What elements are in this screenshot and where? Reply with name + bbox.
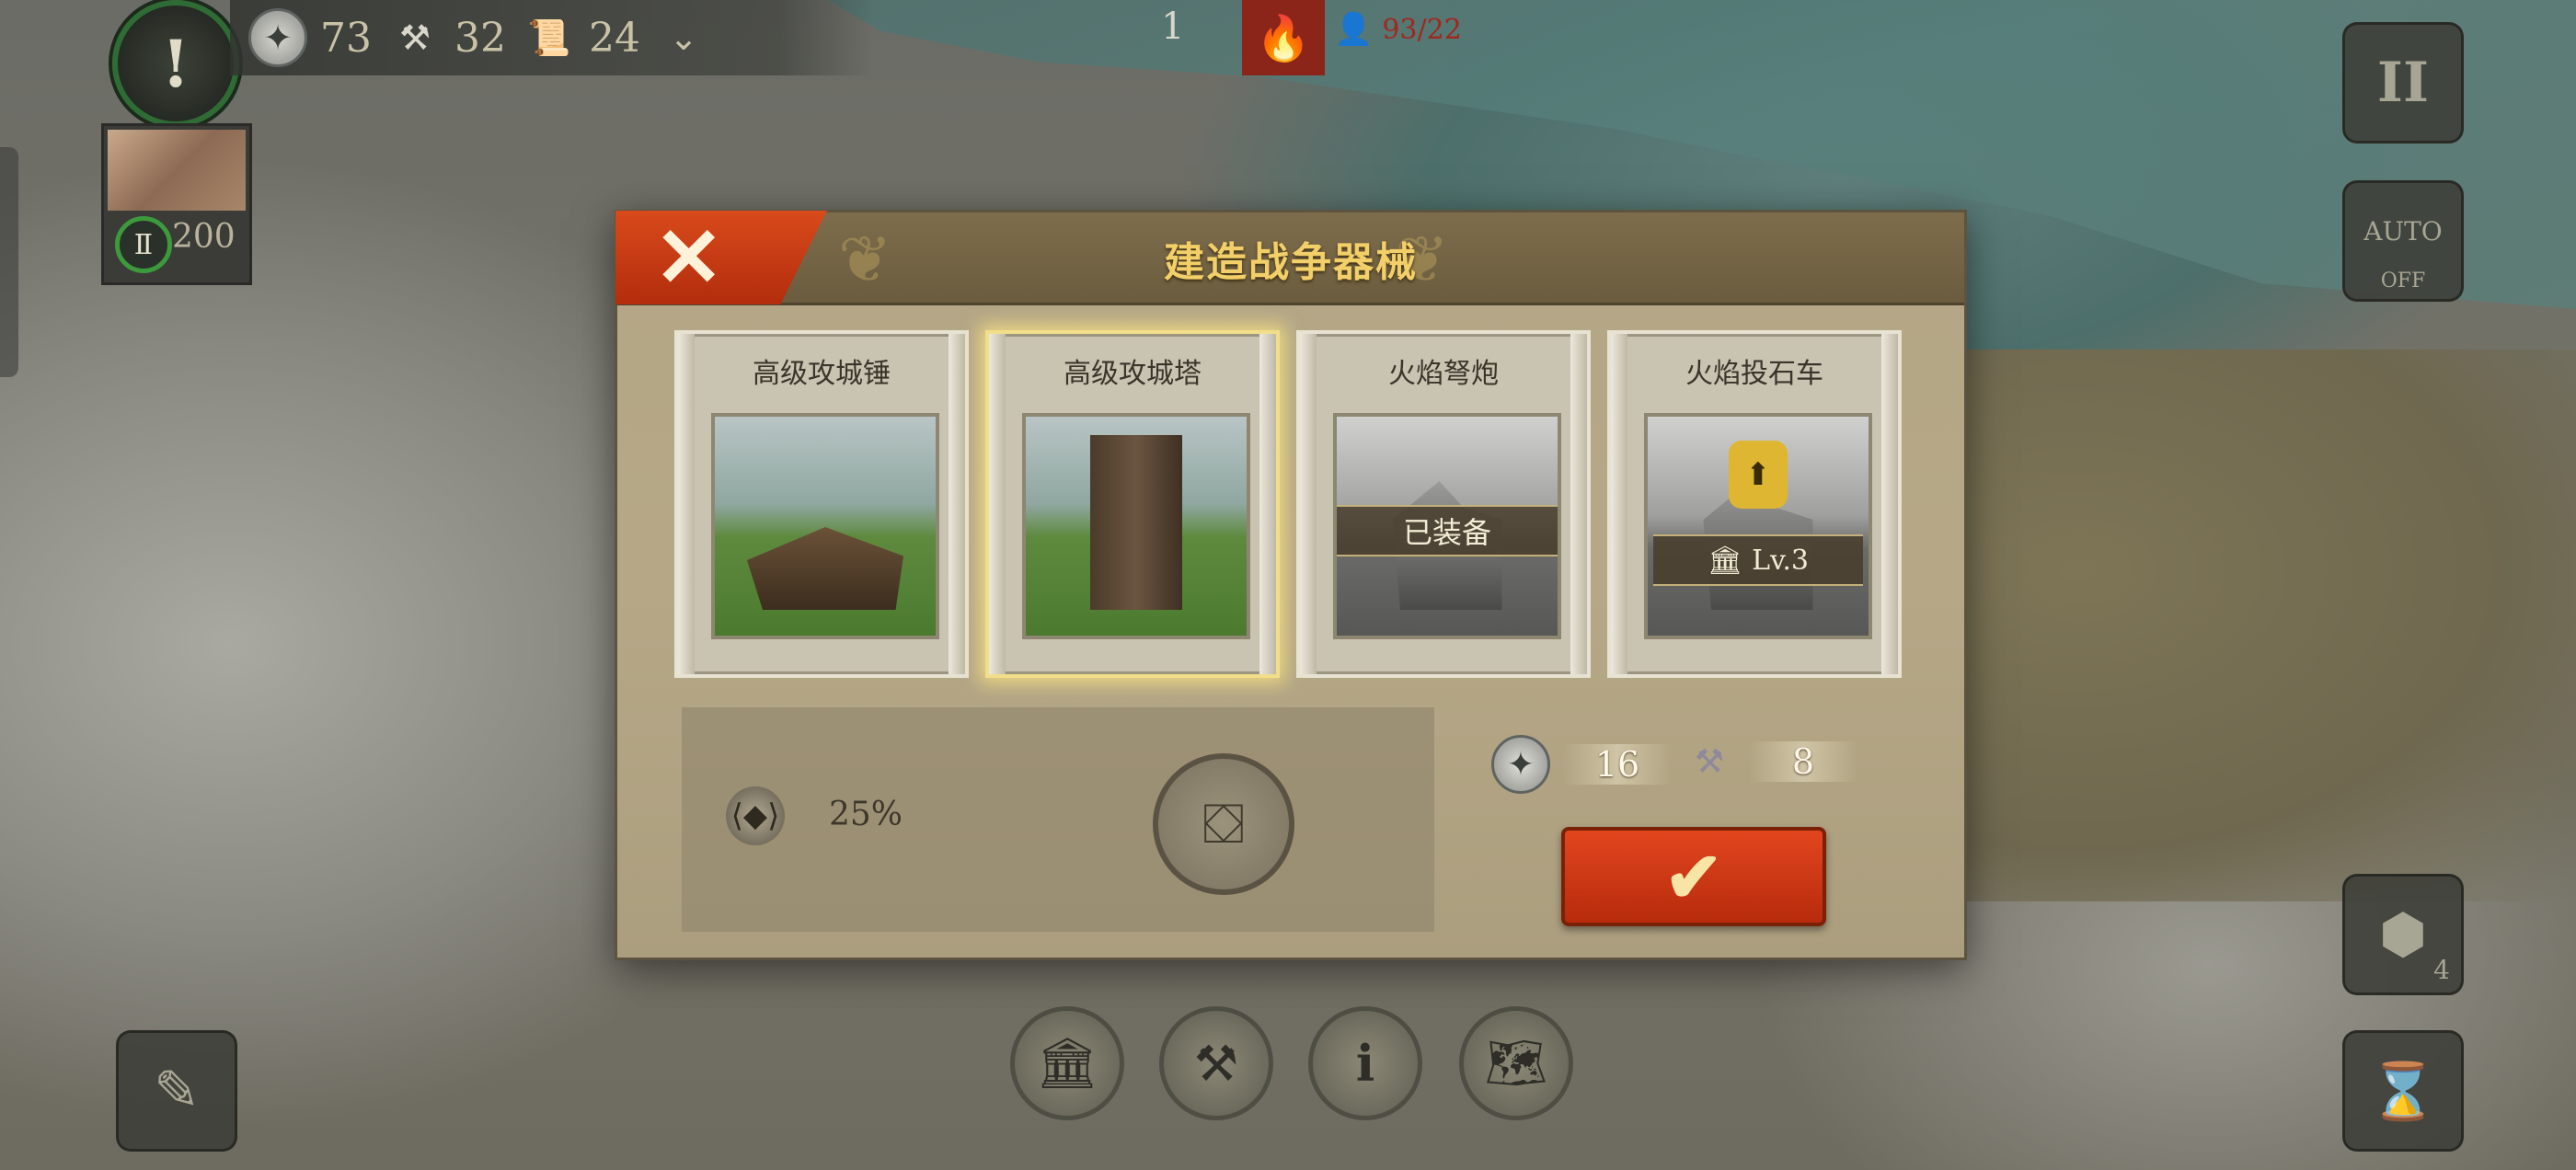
effect-value: 25% <box>829 796 903 833</box>
formation-count: 4 <box>2433 955 2450 985</box>
equipped-banner: 已装备 <box>1337 505 1558 556</box>
top-unit-count: 1 <box>1161 6 1185 48</box>
siege-card-battering-ram[interactable]: 高级攻城锤 <box>674 330 969 678</box>
chevron-down-icon: ⌄ <box>669 17 698 58</box>
map-button[interactable]: 🗺 <box>1459 1006 1573 1120</box>
close-icon: ✕ <box>654 209 724 306</box>
expand-resources-button[interactable]: ⌄ <box>657 11 710 64</box>
hourglass-icon: ⌛ <box>2368 1059 2438 1124</box>
scroll-count: 24 <box>589 14 640 62</box>
siege-card-fire-ballista[interactable]: 火焰弩炮 已装备 <box>1296 330 1591 678</box>
resource-bar: ✦ 73 ⚒ 32 📜 24 ⌄ <box>230 0 874 75</box>
auto-battle-button[interactable]: AUTO OFF <box>2342 180 2464 302</box>
card-name: 火焰弩炮 <box>1388 358 1499 390</box>
end-turn-button[interactable]: ⌛ <box>2342 1030 2464 1152</box>
level-requirement-text: Lv.3 <box>1752 544 1810 577</box>
confirm-build-button[interactable]: ✔ <box>1561 827 1826 926</box>
fire-ballista-image: 已装备 <box>1333 413 1561 639</box>
troop-counter: 👤 93/22 <box>1334 11 1462 48</box>
hexagon-icon: ⬢ <box>2378 902 2428 967</box>
hammer-count: 32 <box>454 14 506 62</box>
siege-card-fire-catapult[interactable]: 火焰投石车 ⬆ 🏛 Lv.3 <box>1607 330 1902 678</box>
quill-icon: ✎ <box>153 1059 201 1123</box>
fire-icon[interactable]: 🔥 <box>1242 0 1325 75</box>
exclamation-icon: ! <box>161 25 190 102</box>
city-card[interactable]: Ⅱ 200 <box>101 123 252 285</box>
tower-shape <box>1090 435 1182 610</box>
auto-label: AUTO <box>2363 216 2443 247</box>
card-name: 高级攻城锤 <box>753 358 891 390</box>
hammer-icon: ⚒ <box>1694 742 1725 781</box>
dialog-title: 建造战争器械 <box>1164 239 1418 286</box>
effect-panel: ⟨◆⟩ 25% ⛋ <box>682 707 1434 932</box>
silver-count: 73 <box>320 14 372 62</box>
eagle-coin-icon: ✦ <box>248 8 307 67</box>
building-button[interactable]: 🏛 <box>1010 1006 1124 1120</box>
map-pin-icon: 🗺 <box>1484 1034 1548 1092</box>
siege-build-button[interactable]: ⚒ <box>1159 1006 1273 1120</box>
city-level-badge: Ⅱ <box>115 216 172 273</box>
siege-tower-image <box>1022 413 1250 639</box>
level-requirement: 🏛 Lv.3 <box>1653 534 1863 586</box>
hammer-resource: ⚒ 32 <box>388 11 506 64</box>
city-value: 200 <box>172 218 236 256</box>
build-siege-dialog: ❦ ❦ 建造战争器械 ✕ 高级攻城锤 高级攻城塔 火焰弩炮 已装备 火焰投石车 … <box>615 210 1967 960</box>
auto-state-label: OFF <box>2380 270 2426 292</box>
temple-icon: 🏛 <box>1035 1034 1099 1092</box>
fire-catapult-image: ⬆ 🏛 Lv.3 <box>1644 413 1872 639</box>
card-name: 高级攻城塔 <box>1064 358 1202 390</box>
person-icon: 👤 <box>1334 11 1374 48</box>
checkmark-icon: ✔ <box>1664 835 1723 918</box>
left-edge-handle[interactable] <box>0 147 18 377</box>
ram-shape <box>747 527 903 610</box>
scroll-icon: 📜 <box>527 17 571 58</box>
pause-icon: II <box>2376 51 2430 115</box>
city-image <box>108 130 246 211</box>
siege-effect-icon: ⟨◆⟩ <box>726 786 785 845</box>
troop-count: 93/22 <box>1382 13 1462 46</box>
cost-silver-value: 16 <box>1563 744 1672 785</box>
pause-button[interactable]: II <box>2342 22 2464 143</box>
cost-hammer: ⚒ 8 <box>1683 735 1857 788</box>
hammer-icon: ⚒ <box>398 17 431 58</box>
scroll-resource: 📜 24 <box>523 11 640 64</box>
alert-button[interactable]: ! <box>112 0 239 127</box>
lock-icon: ⬆ <box>1729 441 1788 509</box>
cost-hammer-value: 8 <box>1749 741 1857 782</box>
battering-ram-image <box>711 413 939 639</box>
eagle-coin-icon: ✦ <box>1491 735 1550 794</box>
hammer-catapult-icon: ⚒ <box>1193 1034 1239 1093</box>
info-button[interactable]: i <box>1308 1006 1422 1120</box>
building-icon: 🏛 <box>1707 544 1743 577</box>
card-name: 火焰投石车 <box>1685 358 1823 390</box>
info-icon: i <box>1355 1034 1375 1093</box>
cost-silver: ✦ 16 <box>1491 735 1672 794</box>
formation-button[interactable]: ⬢ 4 <box>2342 874 2464 995</box>
dialog-header: ❦ ❦ 建造战争器械 <box>617 212 1964 305</box>
siege-card-siege-tower[interactable]: 高级攻城塔 <box>985 330 1280 678</box>
left-scroll-button[interactable]: ✎ <box>116 1030 237 1152</box>
siege-emblem-icon: ⛋ <box>1153 753 1294 895</box>
silver-resource: ✦ 73 <box>248 8 372 67</box>
